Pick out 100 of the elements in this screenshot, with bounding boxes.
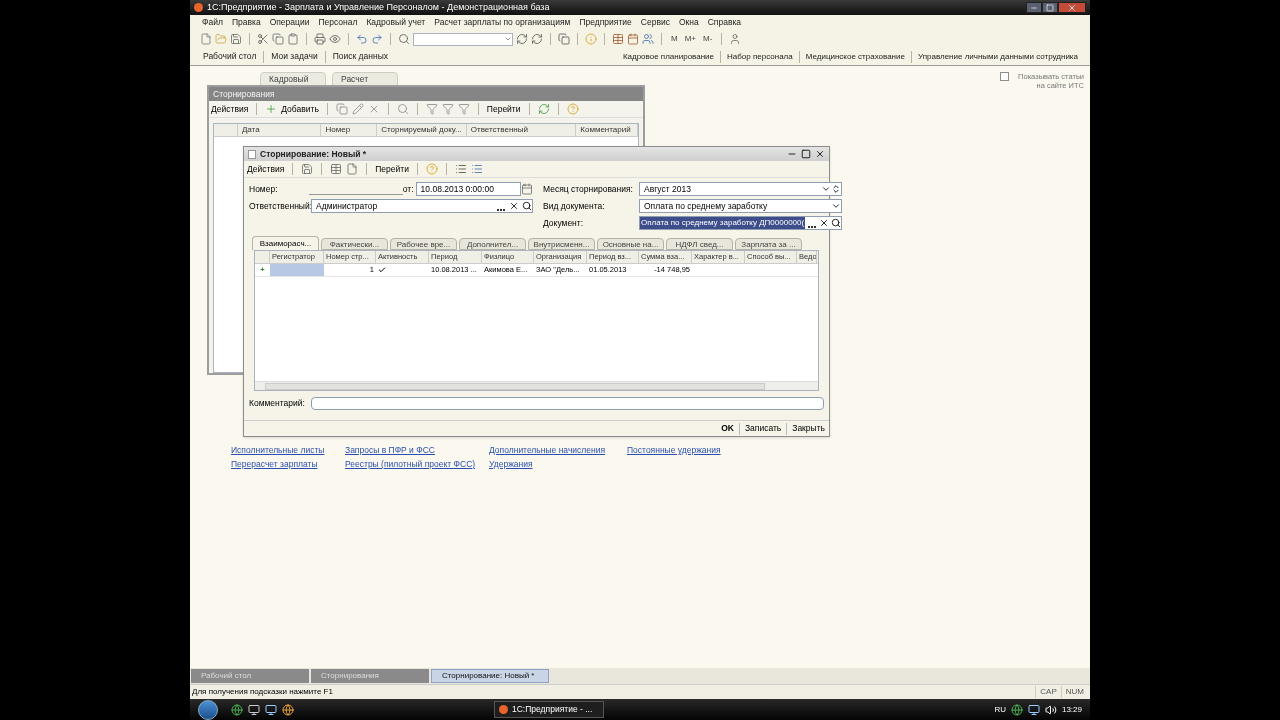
responsible-field[interactable]: Администратор — [311, 199, 533, 213]
tab[interactable]: НДФЛ свед... — [666, 238, 733, 250]
section-link[interactable]: Постоянные удержания — [627, 444, 737, 457]
document-icon[interactable] — [346, 163, 359, 175]
menu-item[interactable]: Файл — [202, 16, 223, 29]
start-button[interactable] — [198, 699, 218, 720]
panel-button[interactable]: Поиск данных — [329, 50, 392, 63]
goto-menu[interactable]: Перейти — [486, 102, 521, 116]
panel-button[interactable]: Медицинское страхование — [803, 50, 907, 63]
month-field[interactable]: Август 2013 — [639, 182, 843, 196]
paste-icon[interactable] — [287, 33, 299, 45]
actions-menu[interactable]: Действия — [211, 102, 249, 116]
tab[interactable]: Внутрисменн... — [528, 238, 595, 250]
section-link[interactable]: Удержания — [489, 457, 613, 471]
tab[interactable]: Основные на... — [597, 238, 664, 250]
panel-button[interactable]: Рабочий стол — [200, 50, 260, 63]
help-icon[interactable] — [425, 163, 438, 175]
taskbar-task[interactable]: 1С:Предприятие - ... — [494, 701, 604, 718]
redo-icon[interactable] — [371, 33, 383, 45]
column-header[interactable]: Сторнируемый доку... — [377, 124, 467, 136]
tab[interactable]: Взаиморасч... — [252, 236, 319, 250]
panel-button[interactable]: Управление личными данными сотрудника — [915, 50, 1080, 63]
column-header[interactable]: Дата — [237, 124, 322, 136]
document-field[interactable]: Оплата по среднему заработку ДП0000000( — [639, 216, 843, 230]
memory-button[interactable]: M — [669, 33, 680, 45]
checkbox[interactable] — [1000, 72, 1009, 81]
table-icon[interactable] — [330, 163, 343, 175]
window-task[interactable]: Сторнирование: Новый * — [431, 669, 549, 683]
refresh-icon[interactable] — [531, 33, 543, 45]
filter-icon[interactable] — [457, 103, 470, 115]
dialog-button[interactable]: OK — [721, 422, 734, 435]
cut-icon[interactable] — [257, 33, 269, 45]
column-header[interactable]: Ответственный — [466, 124, 577, 136]
folder-icon[interactable] — [215, 33, 227, 45]
memory-button[interactable]: M+ — [682, 33, 698, 45]
users-icon[interactable] — [642, 33, 654, 45]
list-icon[interactable] — [470, 163, 483, 175]
save-icon[interactable] — [301, 163, 314, 175]
tab[interactable]: Зарплата за ... — [735, 238, 802, 250]
menu-item[interactable]: Справка — [707, 16, 742, 29]
menu-item[interactable]: Персонал — [318, 16, 358, 29]
panel-button[interactable]: Кадровое планирование — [620, 50, 717, 63]
memory-button[interactable]: M- — [701, 33, 715, 45]
dialog-button[interactable]: Закрыть — [792, 422, 825, 435]
tab[interactable]: Дополнител... — [459, 238, 526, 250]
comment-field[interactable] — [311, 397, 824, 410]
search-icon[interactable] — [398, 33, 410, 45]
calendar-icon[interactable] — [627, 33, 639, 45]
new-file-icon[interactable] — [200, 33, 212, 45]
copy-icon[interactable] — [272, 33, 284, 45]
add-icon[interactable] — [265, 103, 278, 115]
panel-button[interactable]: Набор персонала — [725, 50, 795, 63]
dialog-button[interactable]: Записать — [744, 422, 782, 435]
menu-item[interactable]: Операции — [269, 16, 310, 29]
search-field[interactable] — [413, 32, 513, 46]
tab[interactable]: Рабочее вре... — [390, 238, 457, 250]
horizontal-scrollbar[interactable] — [255, 381, 818, 390]
help-icon[interactable] — [566, 103, 579, 115]
column-header[interactable]: Комментарий — [576, 124, 638, 136]
minimize-button[interactable] — [1026, 2, 1042, 13]
filter-icon[interactable] — [425, 103, 438, 115]
tab[interactable]: Фактически... — [321, 238, 388, 250]
calendar-icon[interactable] — [521, 183, 533, 195]
user-icon[interactable] — [729, 33, 742, 45]
language-indicator[interactable]: RU — [994, 703, 1006, 716]
print-icon[interactable] — [314, 33, 326, 45]
menu-item[interactable]: Расчет зарплаты по организациям — [434, 16, 571, 29]
search-icon[interactable] — [396, 103, 409, 115]
menu-item[interactable]: Правка — [231, 16, 261, 29]
filter-icon[interactable] — [441, 103, 454, 115]
goto-menu[interactable]: Перейти — [375, 162, 409, 176]
info-icon[interactable] — [585, 33, 597, 45]
menu-item[interactable]: Предприятие — [579, 16, 632, 29]
preview-icon[interactable] — [329, 33, 341, 45]
section-link[interactable]: Дополнительные начисления — [489, 444, 613, 457]
panel-button[interactable]: Мои задачи — [268, 50, 321, 63]
copy-icon[interactable] — [335, 103, 348, 115]
section-link[interactable]: Запросы в ПФР и ФСС — [345, 444, 475, 457]
refresh-icon[interactable] — [516, 33, 528, 45]
undo-icon[interactable] — [356, 33, 368, 45]
doctype-field[interactable]: Оплата по среднему заработку — [639, 199, 843, 213]
add-button[interactable]: Добавить — [281, 102, 319, 116]
section-tab[interactable]: Кадровый — [260, 72, 326, 86]
dropdown-icon[interactable] — [504, 35, 512, 43]
menu-item[interactable]: Окна — [678, 16, 699, 29]
section-link[interactable]: Перерасчет зарплаты — [231, 457, 331, 471]
actions-menu[interactable]: Действия — [247, 162, 285, 176]
menu-item[interactable]: Сервис — [640, 16, 670, 29]
section-link[interactable]: Реестры (пилотный проект ФСС) — [345, 457, 475, 471]
date-field[interactable]: 10.08.2013 0:00:00 — [415, 182, 521, 196]
save-icon[interactable] — [230, 33, 242, 45]
section-link[interactable]: Исполнительные листы — [231, 444, 331, 457]
list-icon[interactable] — [454, 163, 467, 175]
edit-icon[interactable] — [351, 103, 364, 115]
column-header[interactable]: Номер — [321, 124, 378, 136]
close-button[interactable] — [1058, 2, 1086, 13]
section-tab[interactable]: Расчет — [332, 72, 398, 86]
menu-item[interactable]: Кадровый учет — [366, 16, 426, 29]
refresh-icon[interactable] — [537, 103, 550, 115]
maximize-button[interactable] — [1042, 2, 1058, 13]
